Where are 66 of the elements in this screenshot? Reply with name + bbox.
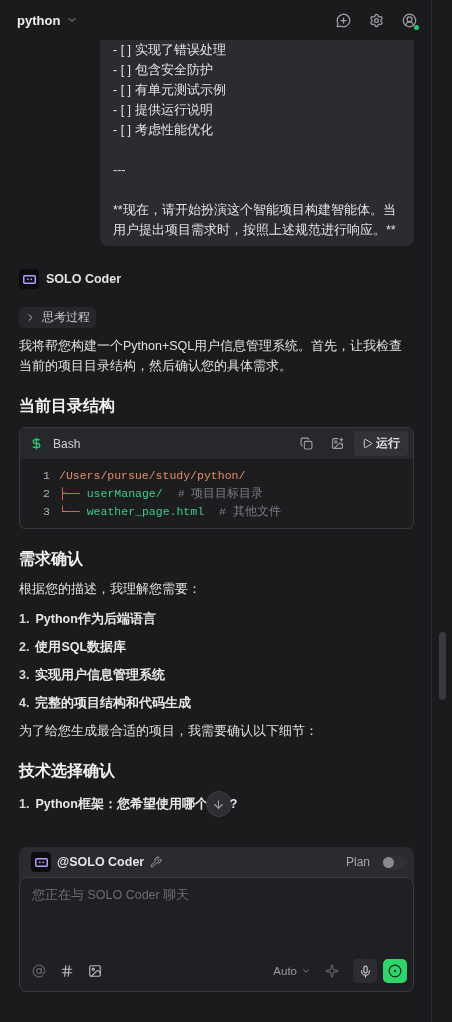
message-text: 我将帮您构建一个Python+SQL用户信息管理系统。首先，让我检查当前的项目目录结构，然后确认您的具体需求。 [19,338,404,375]
list-item: 实现用户信息管理系统 [35,667,166,684]
send-button[interactable] [383,959,407,983]
line-number: 1 [42,468,50,484]
message-text: 根据您的描述，我理解您需要： [19,581,202,598]
agent-name: SOLO Coder [46,272,121,286]
mention-icon[interactable] [32,964,46,978]
insert-image-icon[interactable] [331,437,344,450]
scrollbar-thumb[interactable] [438,632,446,700]
list-item: Python框架：您希望使用哪个 [35,796,208,813]
list-item: 完整的项目结构和代码生成 [35,694,192,712]
list-number: 4. [19,695,30,712]
tree-branch: ├── [59,486,80,503]
section-heading: 技术选择确认 [19,761,116,781]
message-input[interactable]: 您正在与 SOLO Coder 聊天 Auto [19,877,414,992]
list-number: 2. [19,639,30,656]
plan-toggle[interactable] [382,855,406,869]
message-line: --- [113,162,127,179]
tools-icon[interactable] [150,856,163,868]
message-text: 为了给您生成最合适的项目，我需要确认以下细节： [19,723,319,740]
line-number: 2 [42,486,50,502]
line-number: 3 [42,504,50,520]
code-language: Bash [53,436,81,451]
scroll-down-button[interactable] [205,791,232,817]
model-selector[interactable]: Auto [273,965,311,977]
list-item: Python作为后端语言 [35,610,156,628]
thinking-toggle[interactable]: 思考过程 [19,307,96,328]
code-text: weather_page.html [86,504,205,520]
microphone-icon [358,964,372,978]
sparkle-icon[interactable] [325,964,339,978]
list-item: 使用SQL数据库 [35,639,127,656]
code-text: userManage/ [86,486,163,502]
run-button[interactable]: 运行 [354,431,408,456]
code-text: /Users/pursue/study/python/ [59,468,246,484]
target-icon [388,964,402,978]
play-icon [362,438,373,449]
hash-icon[interactable] [60,964,74,978]
list-item-tail: ? [229,796,238,813]
agent-mention[interactable]: @SOLO Coder [57,855,145,869]
message-line: - [ ] 包含安全防护 [113,62,214,79]
account-icon[interactable] [402,12,417,28]
chevron-down-icon [301,966,311,976]
settings-icon[interactable] [369,12,384,28]
message-line: **现在，请开始扮演这个智能项目构建智能体。当用户提出项目需求时，按照上述规范进行响应。** [113,202,397,239]
robot-icon [22,274,36,284]
project-title[interactable]: python [17,12,61,28]
message-line: - [ ] 有单元测试示例 [113,82,227,99]
message-line: - [ ] 实现了错误处理 [113,42,227,59]
message-line: - [ ] 提供运行说明 [113,102,214,119]
arrow-down-icon [212,797,226,811]
copy-icon[interactable] [300,437,313,450]
tree-branch: └── [59,504,80,520]
plan-label: Plan [345,855,370,869]
new-chat-icon[interactable] [336,12,351,28]
list-number: 1. [19,611,30,628]
list-number: 3. [19,667,30,684]
message-line: - [ ] 考虑性能优化 [113,122,214,139]
section-heading: 需求确认 [19,549,84,569]
image-icon[interactable] [88,964,102,978]
robot-icon [34,857,48,867]
dollar-icon [30,437,43,450]
code-comment: # 项目目标目录 [177,486,264,502]
section-heading: 当前目录结构 [19,396,116,416]
code-comment: # 其他文件 [219,504,281,520]
list-number: 1. [19,796,30,813]
microphone-button[interactable] [353,959,377,983]
